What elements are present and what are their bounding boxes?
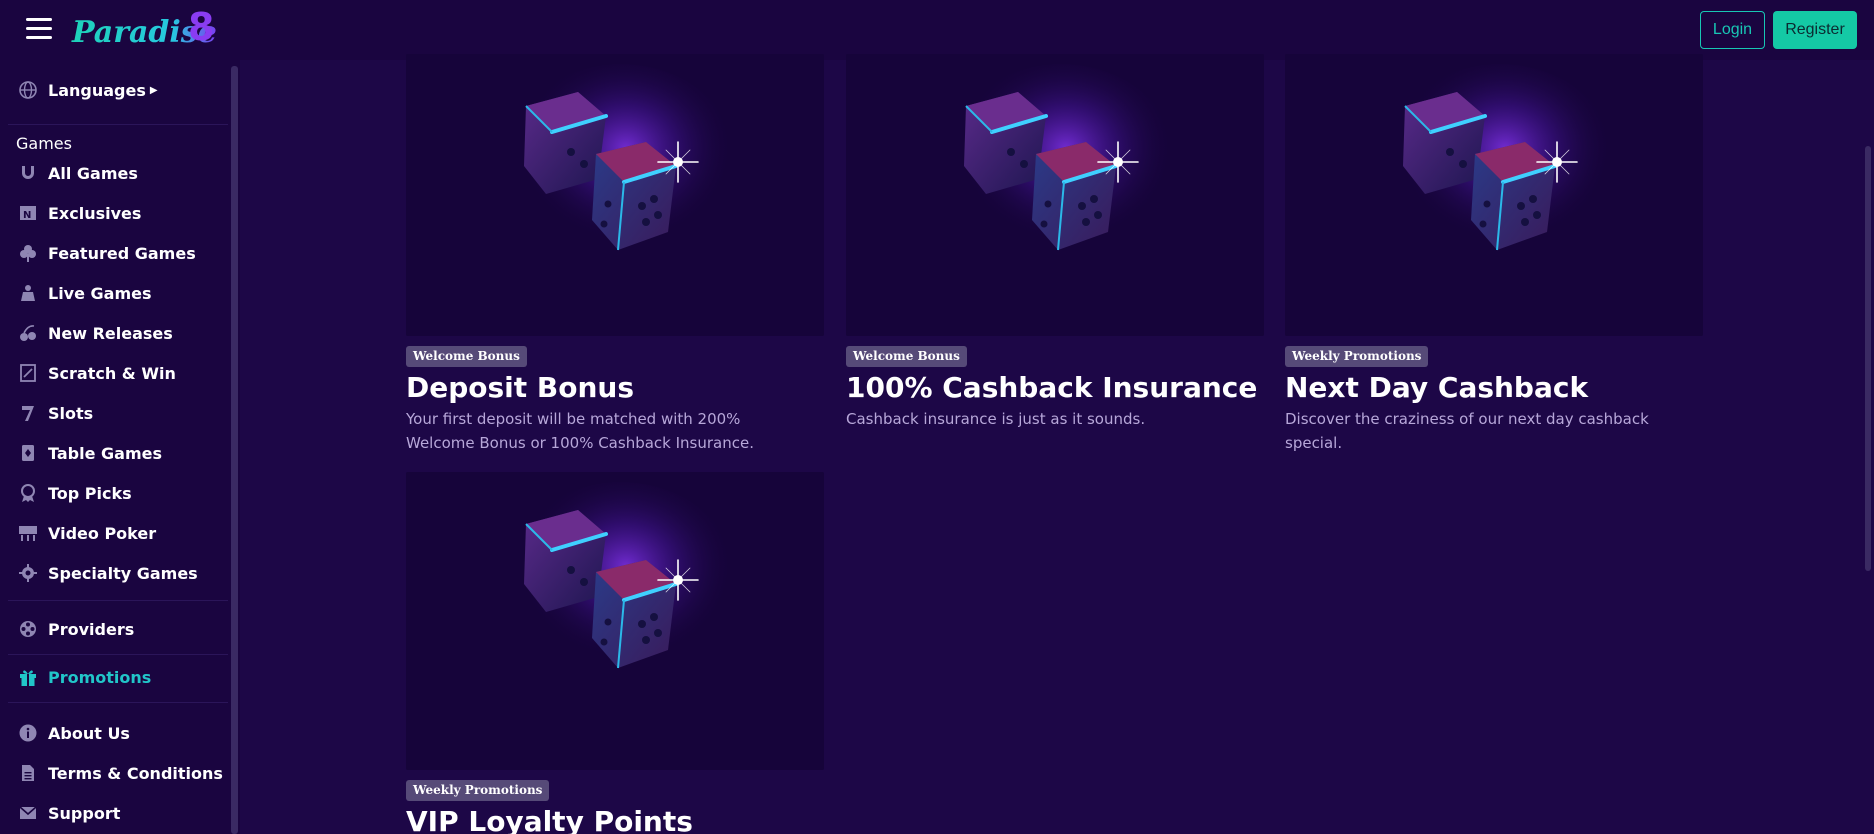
sidebar-item-label: Promotions — [48, 667, 152, 687]
sidebar-item-label: Featured Games — [48, 243, 196, 263]
sidebar-item-label: Table Games — [48, 443, 162, 463]
sidebar-item-label: About Us — [48, 723, 130, 743]
promo-description: Your first deposit will be matched with … — [406, 410, 754, 452]
gift-icon — [17, 666, 39, 688]
sidebar-item-all-games[interactable]: All Games — [0, 153, 228, 193]
sidebar-item-new-releases[interactable]: New Releases — [0, 313, 228, 353]
playing-card-icon — [17, 442, 39, 464]
sidebar-item-terms[interactable]: Terms & Conditions — [0, 753, 228, 793]
promo-card[interactable]: Welcome Bonus Deposit Bonus Your first d… — [406, 54, 826, 455]
clover-icon — [17, 242, 39, 264]
cherries-icon — [17, 322, 39, 344]
divider — [8, 702, 228, 703]
sidebar-item-label: Scratch & Win — [48, 363, 176, 383]
globe-icon — [17, 79, 39, 101]
dice-illustration — [406, 472, 824, 770]
exclusive-badge-icon: N — [17, 202, 39, 224]
sidebar-item-exclusives[interactable]: N Exclusives — [0, 193, 228, 233]
sidebar-item-live-games[interactable]: Live Games — [0, 273, 228, 313]
promo-badge: Welcome Bonus — [846, 346, 967, 367]
dice-illustration — [406, 54, 824, 336]
promo-badge: Weekly Promotions — [406, 780, 550, 801]
gear-icon — [17, 562, 39, 584]
seven-icon — [17, 402, 39, 424]
sidebar-scrollbar[interactable] — [231, 66, 238, 834]
sidebar-item-specialty-games[interactable]: Specialty Games — [0, 553, 228, 593]
dice-illustration — [846, 54, 1264, 336]
login-button[interactable]: Login — [1700, 11, 1765, 49]
divider — [8, 124, 228, 125]
promo-title[interactable]: 100% Cashback Insurance — [846, 371, 1266, 405]
hamburger-menu-icon[interactable] — [26, 18, 52, 40]
sidebar-item-about-us[interactable]: About Us — [0, 713, 228, 753]
scratch-card-icon — [17, 362, 39, 384]
sidebar-item-featured-games[interactable]: Featured Games — [0, 233, 228, 273]
promo-dice-image[interactable] — [406, 54, 824, 336]
sidebar-item-label: Specialty Games — [48, 563, 198, 583]
promo-description: Cashback insurance is just as it sounds. — [846, 410, 1146, 428]
promo-title[interactable]: VIP Loyalty Points — [406, 805, 826, 834]
sidebar-item-label: Support — [48, 803, 121, 823]
document-icon — [17, 762, 39, 784]
envelope-icon — [17, 802, 39, 824]
sidebar-item-video-poker[interactable]: Video Poker — [0, 513, 228, 553]
promo-description: Discover the craziness of our next day c… — [1285, 410, 1649, 452]
promo-card[interactable]: Welcome Bonus 100% Cashback Insurance Ca… — [846, 54, 1266, 431]
register-button[interactable]: Register — [1773, 11, 1857, 49]
paradise8-logo-graphic: Paradise 8 — [71, 5, 217, 50]
sidebar-item-label: New Releases — [48, 323, 173, 343]
caret-right-icon: ▶ — [149, 84, 158, 96]
promo-title[interactable]: Deposit Bonus — [406, 371, 826, 405]
sidebar-item-providers[interactable]: Providers — [0, 609, 228, 649]
info-icon — [17, 722, 39, 744]
promo-badge: Weekly Promotions — [1285, 346, 1429, 367]
sidebar-item-label: All Games — [48, 163, 138, 183]
sidebar-item-label: Video Poker — [48, 523, 157, 543]
sidebar-item-label: Exclusives — [48, 203, 142, 223]
sidebar-item-table-games[interactable]: Table Games — [0, 433, 228, 473]
svg-text:8: 8 — [188, 5, 214, 49]
dealer-icon — [17, 282, 39, 304]
divider — [8, 654, 228, 655]
promo-card[interactable]: Weekly Promotions Next Day Cashback Disc… — [1285, 54, 1705, 455]
sidebar-item-label: Live Games — [48, 283, 152, 303]
sidebar-item-label: Top Picks — [48, 483, 132, 503]
sidebar-item-slots[interactable]: Slots — [0, 393, 228, 433]
promo-title[interactable]: Next Day Cashback — [1285, 371, 1705, 405]
page-scrollbar[interactable] — [1865, 146, 1871, 571]
film-reel-icon — [17, 618, 39, 640]
horseshoe-icon — [17, 162, 39, 184]
sidebar-item-label: Slots — [48, 403, 94, 423]
promo-badge: Welcome Bonus — [406, 346, 527, 367]
award-icon — [17, 482, 39, 504]
games-section-heading: Games — [16, 134, 72, 153]
promo-card[interactable]: Weekly Promotions VIP Loyalty Points — [406, 472, 826, 834]
divider — [8, 600, 228, 601]
sidebar-item-promotions[interactable]: Promotions — [0, 657, 228, 697]
sidebar-item-scratch-win[interactable]: Scratch & Win — [0, 353, 228, 393]
sidebar-item-label: Providers — [48, 619, 135, 639]
sidebar-item-label: Terms & Conditions — [48, 763, 223, 783]
sidebar-item-support[interactable]: Support — [0, 793, 228, 833]
sidebar-item-languages[interactable]: Languages ▶ — [0, 70, 228, 110]
promo-dice-image[interactable] — [846, 54, 1264, 336]
poker-machine-icon — [17, 522, 39, 544]
promo-dice-image[interactable] — [406, 472, 824, 770]
dice-illustration — [1285, 54, 1703, 336]
svg-text:N: N — [23, 210, 31, 221]
promo-dice-image[interactable] — [1285, 54, 1703, 336]
sidebar-item-top-picks[interactable]: Top Picks — [0, 473, 228, 513]
sidebar-item-label: Languages — [48, 80, 146, 100]
top-header: Paradise 8 Login Register — [0, 0, 1874, 60]
site-logo[interactable]: Paradise 8 — [70, 4, 220, 56]
